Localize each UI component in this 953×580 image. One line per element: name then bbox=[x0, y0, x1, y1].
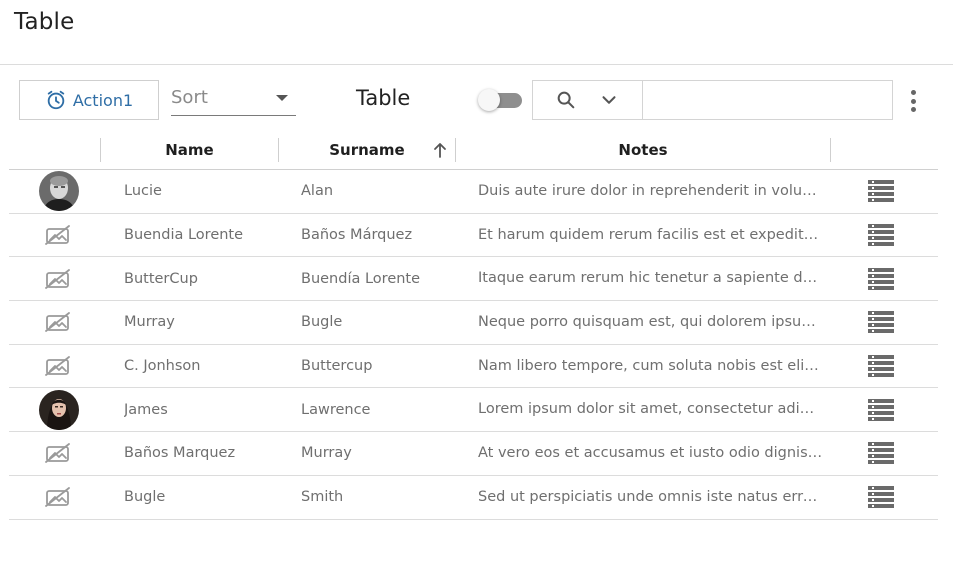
name-cell: Lucie bbox=[124, 183, 162, 200]
sort-select[interactable]: Sort bbox=[171, 80, 296, 116]
row-menu-icon[interactable] bbox=[867, 345, 895, 388]
no-image-icon bbox=[35, 476, 83, 519]
no-image-icon bbox=[35, 301, 83, 344]
action1-label: Action1 bbox=[72, 90, 134, 110]
table-row[interactable]: Murray Bugle Neque porro quisquam est, qui… bbox=[9, 301, 938, 345]
toggle-knob bbox=[478, 89, 500, 111]
title-divider bbox=[0, 64, 953, 65]
row-menu-icon[interactable] bbox=[867, 388, 895, 431]
surname-cell: Smith bbox=[301, 489, 344, 506]
column-header-notes[interactable]: Notes bbox=[456, 130, 830, 169]
arrow-up-icon[interactable] bbox=[433, 142, 447, 158]
notes-cell: Duis aute irure dolor in reprehenderit i… bbox=[478, 183, 823, 199]
row-menu-icon[interactable] bbox=[867, 214, 895, 257]
table-header: Name Surname Notes bbox=[9, 130, 938, 170]
search-options[interactable] bbox=[533, 81, 643, 119]
surname-cell: Bugle bbox=[301, 314, 343, 331]
action1-button[interactable]: Action1 bbox=[19, 80, 159, 120]
surname-cell: Buendía Lorente bbox=[301, 270, 421, 287]
page-title: Table bbox=[14, 9, 75, 35]
name-cell: C. Jonhson bbox=[124, 358, 201, 375]
table-row[interactable]: Lucie Alan Duis aute irure dolor in repreh… bbox=[9, 170, 938, 214]
row-menu-icon[interactable] bbox=[867, 432, 895, 475]
name-cell: James bbox=[124, 401, 168, 418]
notes-cell: Itaque earum rerum hic tenetur a sapient… bbox=[478, 270, 823, 287]
name-cell: ButterCup bbox=[124, 270, 198, 287]
name-cell: Murray bbox=[124, 314, 175, 331]
row-menu-icon[interactable] bbox=[867, 476, 895, 519]
kebab-dot bbox=[910, 90, 916, 95]
table-body: Lucie Alan Duis aute irure dolor in repreh… bbox=[9, 170, 938, 520]
surname-cell: Murray bbox=[301, 445, 352, 462]
notes-cell: Sed ut perspiciatis unde omnis iste natu… bbox=[478, 488, 823, 505]
chevron-down-icon[interactable] bbox=[598, 89, 620, 111]
notes-cell: Lorem ipsum dolor sit amet, consectetur … bbox=[478, 401, 823, 418]
surname-cell: Alan bbox=[301, 183, 334, 200]
row-menu-icon[interactable] bbox=[867, 301, 895, 344]
no-image-icon bbox=[35, 214, 83, 257]
notes-cell: Et harum quidem rerum facilis est et exp… bbox=[478, 226, 823, 243]
kebab-dot bbox=[910, 107, 916, 112]
avatar bbox=[35, 388, 83, 431]
more-options-icon[interactable] bbox=[903, 88, 923, 114]
notes-cell: At vero eos et accusamus et iusto odio d… bbox=[478, 445, 823, 462]
column-header-surname[interactable]: Surname bbox=[279, 130, 455, 169]
toggle-switch[interactable] bbox=[478, 89, 522, 111]
no-image-icon bbox=[35, 432, 83, 475]
table-row[interactable]: James Lawrence Lorem ipsum dolor sit amet,… bbox=[9, 388, 938, 433]
table-row[interactable]: C. Jonhson Buttercup Nam libero tempore, c… bbox=[9, 345, 938, 389]
name-cell: Bugle bbox=[124, 489, 166, 506]
chevron-down-icon bbox=[276, 94, 288, 101]
column-header-surname-label: Surname bbox=[329, 140, 405, 159]
table-row[interactable]: ButterCup Buendía Lorente Itaque earum rer… bbox=[9, 257, 938, 302]
surname-cell: Lawrence bbox=[301, 401, 371, 418]
kebab-dot bbox=[910, 98, 916, 104]
search-input[interactable] bbox=[643, 81, 892, 119]
row-menu-icon[interactable] bbox=[867, 170, 895, 213]
search-icon[interactable] bbox=[555, 89, 577, 111]
toolbar-table-label: Table bbox=[356, 86, 411, 110]
surname-cell: Baños Márquez bbox=[301, 227, 413, 244]
notes-cell: Neque porro quisquam est, qui dolorem ip… bbox=[478, 314, 823, 331]
table-row[interactable]: Bugle Smith Sed ut perspiciatis unde omnis… bbox=[9, 476, 938, 520]
column-separator[interactable] bbox=[830, 138, 831, 162]
name-cell: Baños Marquez bbox=[124, 445, 236, 462]
search-group bbox=[532, 80, 893, 120]
data-table: Name Surname Notes Lucie Alan Duis aute ir… bbox=[9, 130, 938, 520]
avatar bbox=[35, 170, 83, 213]
no-image-icon bbox=[35, 345, 83, 388]
name-cell: Buendia Lorente bbox=[124, 227, 244, 244]
table-row[interactable]: Buendia Lorente Baños Márquez Et harum qui… bbox=[9, 214, 938, 258]
sort-placeholder: Sort bbox=[171, 87, 208, 108]
no-image-icon bbox=[35, 257, 83, 300]
row-menu-icon[interactable] bbox=[867, 257, 895, 300]
column-header-name[interactable]: Name bbox=[101, 130, 278, 169]
notes-cell: Nam libero tempore, cum soluta nobis est… bbox=[478, 357, 823, 374]
table-row[interactable]: Baños Marquez Murray At vero eos et accusa… bbox=[9, 432, 938, 476]
alarm-clock-icon bbox=[47, 90, 65, 110]
surname-cell: Buttercup bbox=[301, 358, 373, 375]
